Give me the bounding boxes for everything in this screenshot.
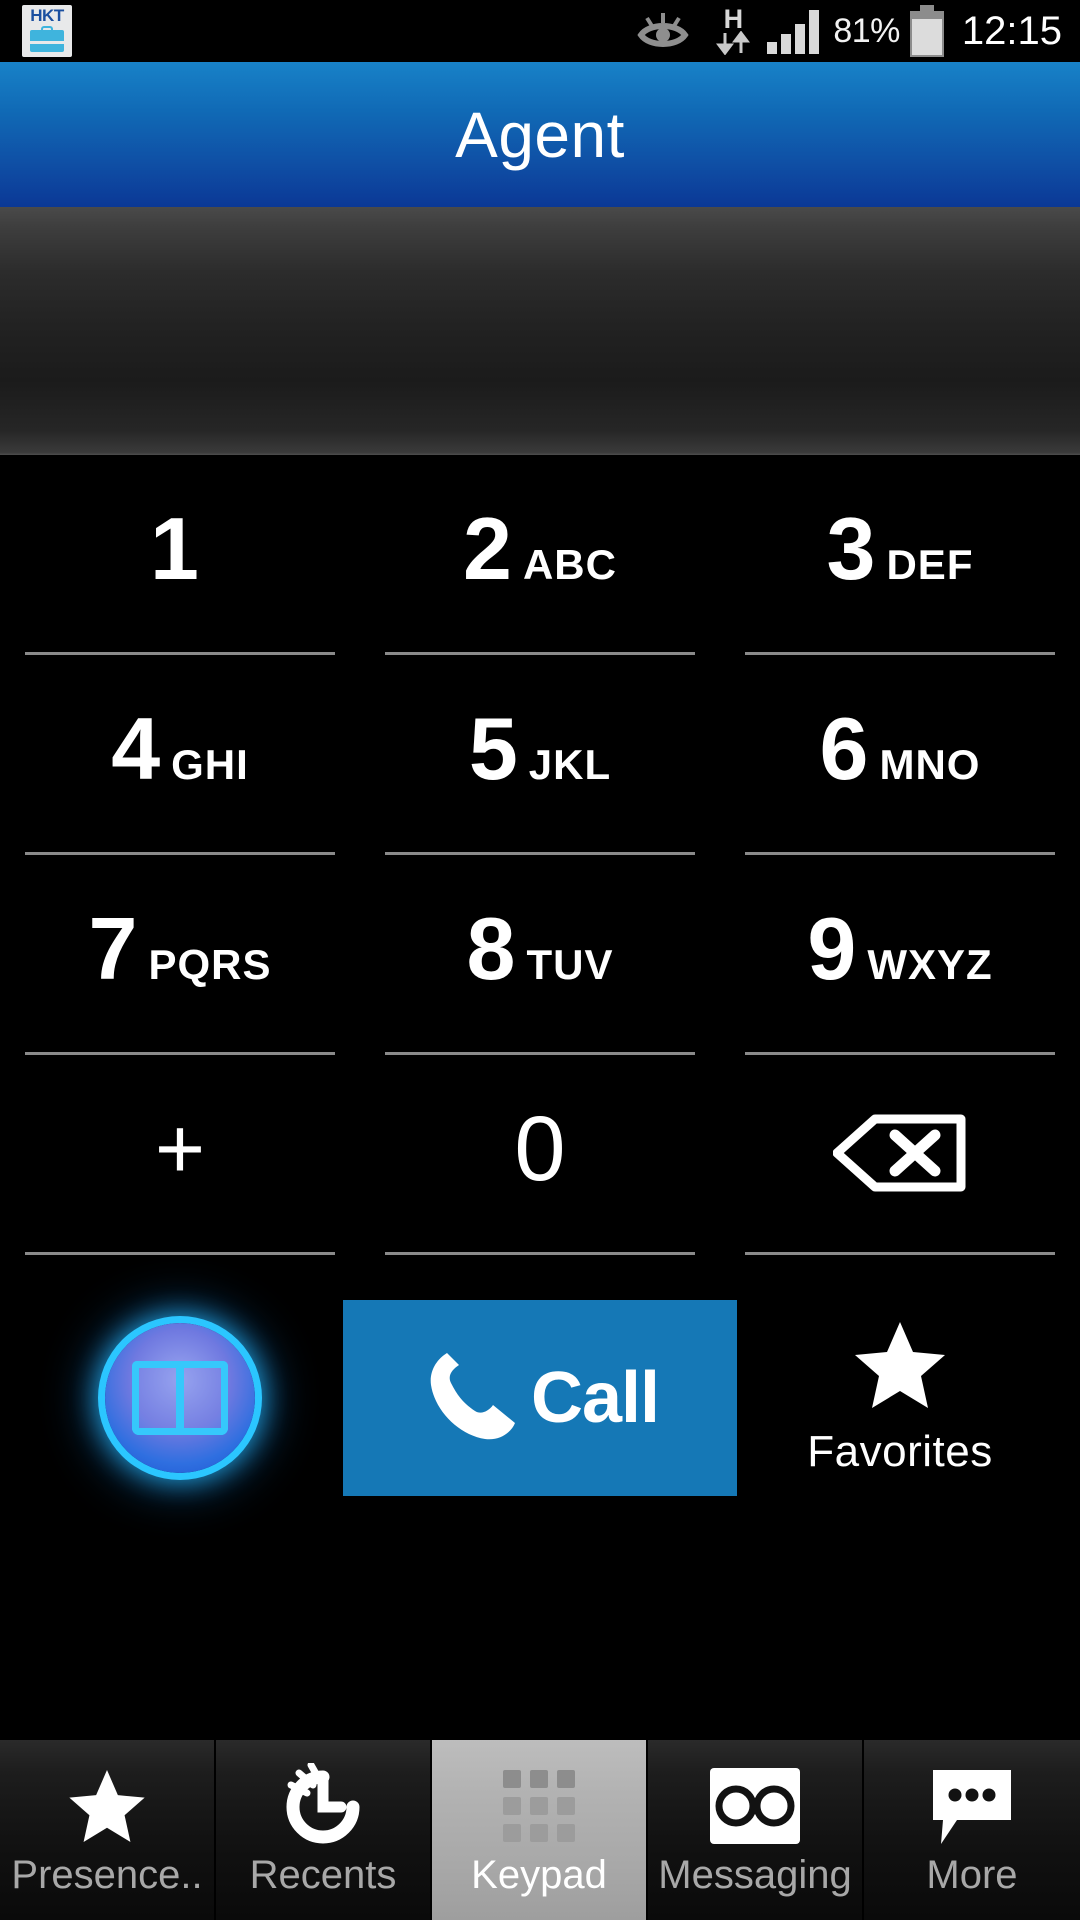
dialpad: 1 2 ABC 3 DEF 4 GHI 5 JKL 6 MNO 7 PQRS 8… <box>0 455 1080 1740</box>
backspace-icon <box>832 1113 967 1198</box>
key-letters: ABC <box>522 541 617 588</box>
tab-recents[interactable]: Recents <box>216 1740 432 1920</box>
key-digit: 0 <box>514 1098 566 1200</box>
speech-bubble-icon <box>927 1763 1017 1849</box>
network-type-label: H <box>723 3 744 34</box>
carrier-badge-label: HKT <box>30 6 64 25</box>
key-digit: 7 <box>88 899 138 998</box>
tab-label: Recents <box>249 1852 397 1897</box>
key-letters: MNO <box>879 741 981 788</box>
key-digit: 4 <box>111 699 160 798</box>
dialpad-row: 7 PQRS 8 TUV 9 WXYZ <box>0 855 1080 1055</box>
call-button-label: Call <box>530 1357 660 1438</box>
carrier-briefcase-icon: HKT <box>22 5 72 57</box>
status-bar: HKT H 81% 12:15 <box>0 0 1080 62</box>
key-letters: DEF <box>886 541 974 588</box>
star-icon <box>851 1318 949 1417</box>
bottom-tab-bar: Presence.. Recents Keypad Messaging More <box>0 1740 1080 1920</box>
data-network-icon: H <box>713 3 753 55</box>
eye-icon <box>635 9 691 53</box>
tab-presence[interactable]: Presence.. <box>0 1740 216 1920</box>
tab-label: More <box>926 1852 1018 1897</box>
tab-label: Keypad <box>471 1852 607 1897</box>
key-letters: TUV <box>526 941 614 988</box>
dialpad-key-plus[interactable]: + <box>0 1055 360 1255</box>
dialpad-key-4[interactable]: 4 GHI <box>0 655 360 855</box>
key-digit: 3 <box>826 499 876 598</box>
dialpad-key-9[interactable]: 9 WXYZ <box>720 855 1080 1055</box>
key-letters: GHI <box>171 741 249 788</box>
dialpad-key-1[interactable]: 1 <box>0 455 360 655</box>
key-letters: PQRS <box>148 941 272 988</box>
dialpad-key-6[interactable]: 6 MNO <box>720 655 1080 855</box>
recent-call-icon <box>281 1762 365 1849</box>
tab-messaging[interactable]: Messaging <box>648 1740 864 1920</box>
status-icons-group: H 81% 12:15 <box>635 5 1080 57</box>
key-digit: 1 <box>150 499 199 598</box>
favorites-label: Favorites <box>807 1427 993 1476</box>
data-transfer-arrows-icon <box>716 30 751 55</box>
dialpad-key-5[interactable]: 5 JKL <box>360 655 720 855</box>
clock-label: 12:15 <box>961 8 1062 53</box>
plus-symbol: + <box>154 1101 206 1197</box>
key-letters: JKL <box>528 741 612 788</box>
voicemail-icon <box>708 1763 802 1849</box>
tab-keypad[interactable]: Keypad <box>432 1740 648 1920</box>
tab-label: Presence.. <box>11 1852 203 1897</box>
dialpad-row: + 0 <box>0 1055 1080 1255</box>
phone-handset-icon <box>421 1343 517 1452</box>
dialpad-key-3[interactable]: 3 DEF <box>720 455 1080 655</box>
phone-number-display[interactable] <box>0 207 1080 455</box>
tab-more[interactable]: More <box>864 1740 1080 1920</box>
phone-screen: HKT H 81% 12:15 Agent 1 2 ABC 3 DEF 4 GH… <box>0 0 1080 1920</box>
key-digit: 9 <box>807 899 856 998</box>
dialpad-key-8[interactable]: 8 TUV <box>360 855 720 1055</box>
dialpad-key-2[interactable]: 2 ABC <box>360 455 720 655</box>
tab-label: Messaging <box>658 1852 852 1897</box>
dialpad-key-7[interactable]: 7 PQRS <box>0 855 360 1055</box>
dialpad-row: 1 2 ABC 3 DEF <box>0 455 1080 655</box>
star-icon <box>66 1763 148 1849</box>
key-digit: 8 <box>466 899 516 998</box>
key-digit: 2 <box>463 499 512 598</box>
call-button-cell: Call <box>343 1255 737 1540</box>
keypad-grid-icon <box>503 1763 575 1849</box>
key-digit: 5 <box>468 699 518 798</box>
address-book-icon <box>105 1322 255 1473</box>
key-letters: WXYZ <box>867 941 993 988</box>
dialpad-row: 4 GHI 5 JKL 6 MNO <box>0 655 1080 855</box>
briefcase-glyph <box>30 26 64 52</box>
contacts-button[interactable] <box>0 1255 360 1540</box>
dialpad-key-backspace[interactable] <box>720 1055 1080 1255</box>
signal-bars-icon <box>765 8 827 54</box>
call-button[interactable]: Call <box>343 1299 737 1496</box>
favorites-button[interactable]: Favorites <box>720 1255 1080 1540</box>
dialpad-key-0[interactable]: 0 <box>360 1055 720 1255</box>
battery-percent-label: 81% <box>833 11 900 50</box>
dialpad-action-row: Call Favorites <box>0 1255 1080 1540</box>
key-digit: 6 <box>819 699 869 798</box>
page-title: Agent <box>455 98 625 171</box>
battery-icon <box>908 5 946 57</box>
app-title-bar: Agent <box>0 62 1080 207</box>
